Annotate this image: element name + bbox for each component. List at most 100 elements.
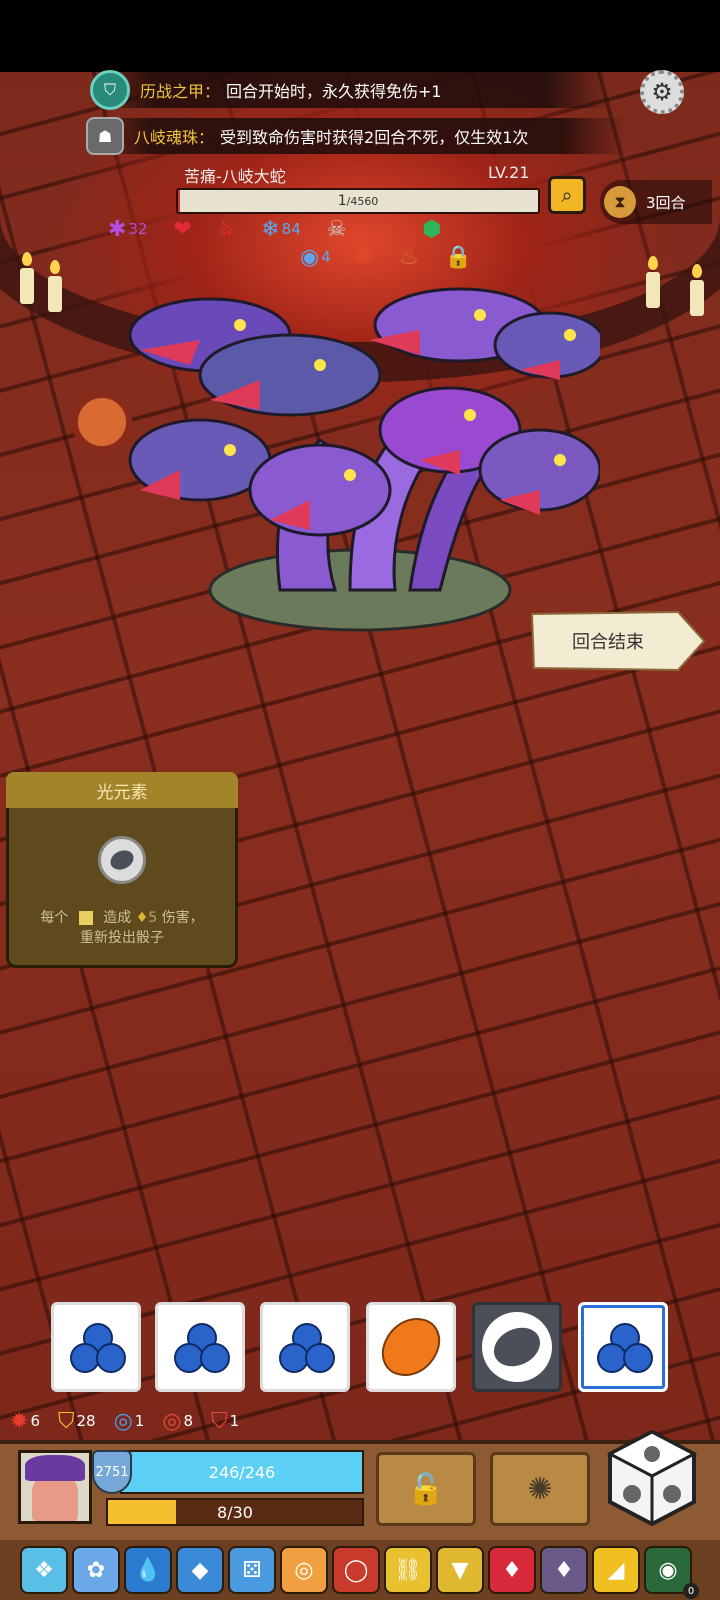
red-gear-icon: ✹ (10, 1408, 29, 1434)
inspect-magnifier-icon[interactable]: ⌕ (548, 176, 586, 214)
player-energy-text: 8/30 (217, 1502, 253, 1522)
armor-relic-icon: ⛉ (90, 70, 130, 110)
status-effect[interactable]: ⬢ (422, 214, 443, 244)
candle-flame (50, 260, 60, 274)
damage-icon: ♦ (135, 910, 149, 926)
status-effect[interactable]: ◎ 8 (162, 1406, 193, 1436)
element-card-description: 每个 造成 ♦5 伤害， 重新投出骰子 (10, 908, 234, 948)
status-effect[interactable]: ⛉ 1 (211, 1406, 239, 1436)
orange-target-icon[interactable]: ◎ (280, 1546, 328, 1594)
status-effect[interactable]: ❤ (174, 214, 194, 244)
player-avatar[interactable] (18, 1450, 92, 1524)
dice-slot[interactable] (260, 1302, 350, 1392)
blue-berries-icon (68, 1323, 126, 1373)
status-effect[interactable]: ❄ 84 (261, 214, 301, 244)
beast-relic-icon: ☗ (86, 117, 124, 155)
status-value: 1 (134, 1412, 145, 1430)
lock-button[interactable]: 🔓 (376, 1452, 476, 1526)
roll-dice-button[interactable] (606, 1428, 698, 1528)
blue-cube-icon[interactable]: ◆ (176, 1546, 224, 1594)
status-effect[interactable]: ◎ 1 (114, 1406, 145, 1436)
dark-crystal-icon[interactable]: ♦ (540, 1546, 588, 1594)
red-ring-icon[interactable]: ◯ (332, 1546, 380, 1594)
status-value: 8 (183, 1412, 194, 1430)
element-card-title: 光元素 (6, 772, 238, 808)
candle-decor (646, 272, 660, 308)
blue-berries-icon (172, 1323, 230, 1373)
red-claw-icon: ঌ (219, 215, 234, 241)
status-value: 28 (76, 1412, 96, 1430)
relic-banner[interactable]: ☗ 八岐魂珠： 受到致命伤害时获得2回合不死，仅生效1次 (86, 117, 626, 155)
gold-chain-icon[interactable]: ⛓ (384, 1546, 432, 1594)
candle-flame (692, 264, 702, 278)
status-effect[interactable]: ☠ (327, 214, 349, 244)
stone-dice-icon (98, 836, 146, 884)
red-gem-icon[interactable]: ♦ (488, 1546, 536, 1594)
amulet-icon[interactable]: ▼ (436, 1546, 484, 1594)
desc-text: 每个 (40, 910, 69, 926)
red-shield-icon: ⛉ (211, 1408, 228, 1434)
hourglass-icon: ⧗ (604, 186, 636, 218)
skull-icon: ☠ (326, 216, 347, 242)
dice-slot[interactable] (155, 1302, 245, 1392)
orange-seed-icon (375, 1308, 447, 1386)
dice-slot[interactable] (472, 1302, 562, 1392)
boss-level: LV.21 (488, 163, 530, 182)
blue-swirl-icon: ◎ (113, 1408, 133, 1434)
red-swirl-icon: ◎ (162, 1408, 182, 1434)
blue-fish-icon[interactable]: ✿ (72, 1546, 120, 1594)
status-value: 84 (281, 220, 301, 238)
skill-button[interactable]: ✺ (490, 1452, 590, 1526)
dice-slot[interactable] (578, 1302, 668, 1392)
relic-banner[interactable]: ⛉ 历战之甲： 回合开始时，永久获得免伤+1 (90, 70, 610, 110)
boss-hp-current: 1 (337, 193, 347, 209)
candle-decor (48, 276, 62, 312)
purple-burst-icon: ✱ (108, 216, 127, 242)
green-shield-icon: ⬢ (422, 216, 442, 242)
relic-strip: ❖ ✿ 💧 ◆ ⚄ ◎ ◯ ⛓ ▼ ♦ ♦ ◢ ◉ (0, 1540, 720, 1600)
blue-berries-icon (595, 1323, 653, 1373)
status-effect[interactable]: ✺ (355, 242, 375, 272)
candle-flame (648, 256, 658, 270)
cheese-icon[interactable]: ◢ (592, 1546, 640, 1594)
round-label: 3回合 (646, 193, 686, 212)
orange-flame-icon: ♨ (399, 244, 419, 270)
blue-berries-icon (277, 1323, 335, 1373)
broken-lock-icon: 🔓 (407, 1471, 445, 1507)
status-effect[interactable]: ✹ 6 (10, 1406, 40, 1436)
status-effect[interactable]: ঌ (220, 214, 235, 244)
boss-status-row: ✱ 32 ❤ ঌ ❄ 84 ☠ ♨ ⬢ (108, 214, 443, 244)
boss-hp-max: /4560 (346, 194, 379, 208)
settings-gear-icon[interactable]: ⚙ (640, 70, 684, 114)
gray-stone-icon (482, 1312, 552, 1382)
status-effect[interactable]: ◉ 4 (300, 242, 331, 272)
status-value: 6 (30, 1412, 40, 1430)
relic-desc: 回合开始时，永久获得免伤+1 (226, 82, 442, 101)
dice-slot[interactable] (366, 1302, 456, 1392)
status-effect[interactable]: ♨ (399, 242, 421, 272)
ice-crystal-icon[interactable]: ❖ (20, 1546, 68, 1594)
dice-slot[interactable] (51, 1302, 141, 1392)
relic-name: 历战之甲： (140, 82, 221, 101)
yellow-shield-icon: ⛉ (57, 1408, 75, 1434)
status-value: 1 (229, 1412, 240, 1430)
relic-count-badge: 0 (683, 1583, 699, 1599)
boss-name: 苦痛-八岐大蛇 (184, 167, 286, 186)
status-effect[interactable]: ♨ (374, 214, 396, 244)
blue-die-icon[interactable]: ⚄ (228, 1546, 276, 1594)
player-status-row: ✹ 6 ⛉ 28 ◎ 1 ◎ 8 ⛉ 1 (10, 1406, 239, 1436)
red-heart-icon: ❤ (173, 216, 192, 242)
damage-value: 5 (148, 910, 158, 926)
desc-text: 造成 (103, 910, 132, 926)
water-drop-icon[interactable]: 💧 (124, 1546, 172, 1594)
lock-icon: 🔒 (444, 244, 473, 270)
hydra-boss-sprite[interactable] (120, 270, 600, 640)
status-effect[interactable]: 🔒 (445, 242, 474, 272)
candle-decor (20, 268, 34, 304)
fire-icon: ♨ (374, 216, 395, 242)
status-effect[interactable]: ✱ 32 (108, 214, 148, 244)
relic-name: 八岐魂珠： (134, 128, 215, 147)
wizard-hat (25, 1455, 85, 1481)
status-effect[interactable]: ⛉ 28 (58, 1406, 96, 1436)
light-die-icon (78, 911, 93, 925)
